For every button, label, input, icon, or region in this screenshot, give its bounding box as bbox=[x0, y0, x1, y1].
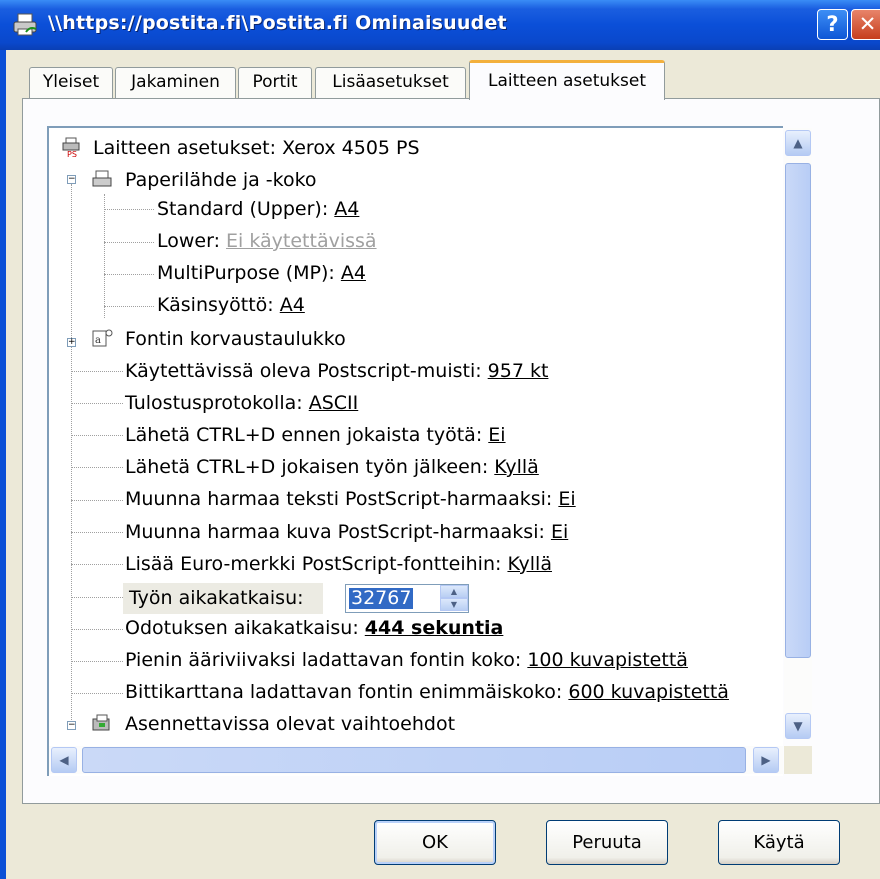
horizontal-scroll-thumb[interactable] bbox=[82, 747, 746, 773]
expand-toggle-icon[interactable]: + bbox=[67, 338, 76, 347]
setting-ps-memory[interactable]: Käytettävissä oleva Postscript-muisti: 9… bbox=[125, 356, 548, 387]
tree-item-manual-feed[interactable]: Käsinsyöttö: A4 bbox=[157, 290, 305, 321]
tab-jakaminen[interactable]: Jakaminen bbox=[115, 67, 236, 98]
scrollbar-corner bbox=[784, 746, 812, 774]
collapse-toggle-icon[interactable]: − bbox=[67, 175, 76, 184]
apply-button[interactable]: Käytä bbox=[718, 820, 840, 865]
paper-tray-icon bbox=[92, 170, 112, 187]
close-button[interactable]: ✕ bbox=[851, 9, 880, 40]
cancel-button[interactable]: Peruuta bbox=[546, 820, 668, 865]
setting-min-outline-font[interactable]: Pienin ääriviivaksi ladattavan fontin ko… bbox=[125, 645, 688, 676]
collapse-toggle-icon[interactable]: − bbox=[67, 721, 76, 730]
scroll-up-icon[interactable]: ▲ bbox=[785, 130, 811, 156]
spin-up-icon[interactable]: ▲ bbox=[440, 585, 468, 598]
installable-options-icon bbox=[92, 714, 110, 731]
setting-gray-image[interactable]: Muunna harmaa kuva PostScript-harmaaksi:… bbox=[125, 517, 568, 548]
setting-ctrld-after[interactable]: Lähetä CTRL+D jokaisen työn jälkeen: Kyl… bbox=[125, 452, 539, 483]
setting-job-timeout-label: Työn aikakatkaisu: bbox=[129, 587, 304, 609]
job-timeout-value[interactable]: 32767 bbox=[349, 588, 414, 609]
tab-laitteen-asetukset[interactable]: Laitteen asetukset bbox=[469, 60, 665, 100]
tab-lisaasetukset[interactable]: Lisäasetukset bbox=[315, 67, 466, 98]
scroll-right-icon[interactable]: ▶ bbox=[753, 747, 779, 773]
tab-portit[interactable]: Portit bbox=[238, 67, 312, 98]
tree-node-installable-options[interactable]: Asennettavissa olevat vaihtoehdot bbox=[125, 709, 455, 740]
tab-yleiset[interactable]: Yleiset bbox=[29, 67, 113, 98]
vertical-scrollbar[interactable]: ▲ ▼ bbox=[784, 128, 812, 740]
help-button[interactable]: ? bbox=[817, 9, 848, 40]
tree-item-multipurpose[interactable]: MultiPurpose (MP): A4 bbox=[157, 258, 366, 289]
setting-output-protocol[interactable]: Tulostusprotokolla: ASCII bbox=[125, 388, 358, 419]
title-bar: \\https://postita.fi\Postita.fi Ominaisu… bbox=[0, 0, 880, 50]
tree-node-font-table[interactable]: Fontin korvaustaulukko bbox=[125, 324, 346, 355]
job-timeout-stepper[interactable]: 32767 ▲ ▼ bbox=[345, 584, 469, 613]
tree-item-lower[interactable]: Lower: Ei käytettävissä bbox=[157, 226, 377, 257]
settings-tree[interactable]: PS Laitteen asetukset: Xerox 4505 PS − P… bbox=[47, 126, 783, 776]
vertical-scroll-thumb[interactable] bbox=[785, 163, 811, 658]
window-frame bbox=[0, 50, 6, 879]
setting-ctrld-before[interactable]: Lähetä CTRL+D ennen jokaista työtä: Ei bbox=[125, 420, 506, 451]
spin-down-icon[interactable]: ▼ bbox=[440, 598, 468, 611]
tree-node-paper-source[interactable]: Paperilähde ja -koko bbox=[125, 165, 317, 196]
root-node[interactable]: Laitteen asetukset: Xerox 4505 PS bbox=[93, 133, 420, 164]
scroll-down-icon[interactable]: ▼ bbox=[785, 713, 811, 739]
setting-euro-sign[interactable]: Lisää Euro-merkki PostScript-fontteihin:… bbox=[125, 549, 552, 580]
printer-ps-icon: PS bbox=[62, 137, 80, 157]
printer-icon bbox=[13, 13, 37, 36]
window-title: \\https://postita.fi\Postita.fi Ominaisu… bbox=[48, 12, 507, 34]
font-table-icon: a bbox=[92, 329, 113, 347]
setting-max-bitmap-font[interactable]: Bittikarttana ladattavan fontin enimmäis… bbox=[125, 677, 729, 708]
horizontal-scrollbar[interactable]: ◀ ▶ bbox=[49, 746, 783, 774]
svg-text:a: a bbox=[95, 335, 101, 346]
ok-button[interactable]: OK bbox=[374, 820, 496, 865]
setting-wait-timeout[interactable]: Odotuksen aikakatkaisu: 444 sekuntia bbox=[125, 613, 503, 644]
scroll-left-icon[interactable]: ◀ bbox=[51, 747, 77, 773]
tree-item-standard-upper[interactable]: Standard (Upper): A4 bbox=[157, 194, 359, 225]
setting-gray-text[interactable]: Muunna harmaa teksti PostScript-harmaaks… bbox=[125, 484, 576, 515]
svg-text:PS: PS bbox=[67, 150, 77, 157]
